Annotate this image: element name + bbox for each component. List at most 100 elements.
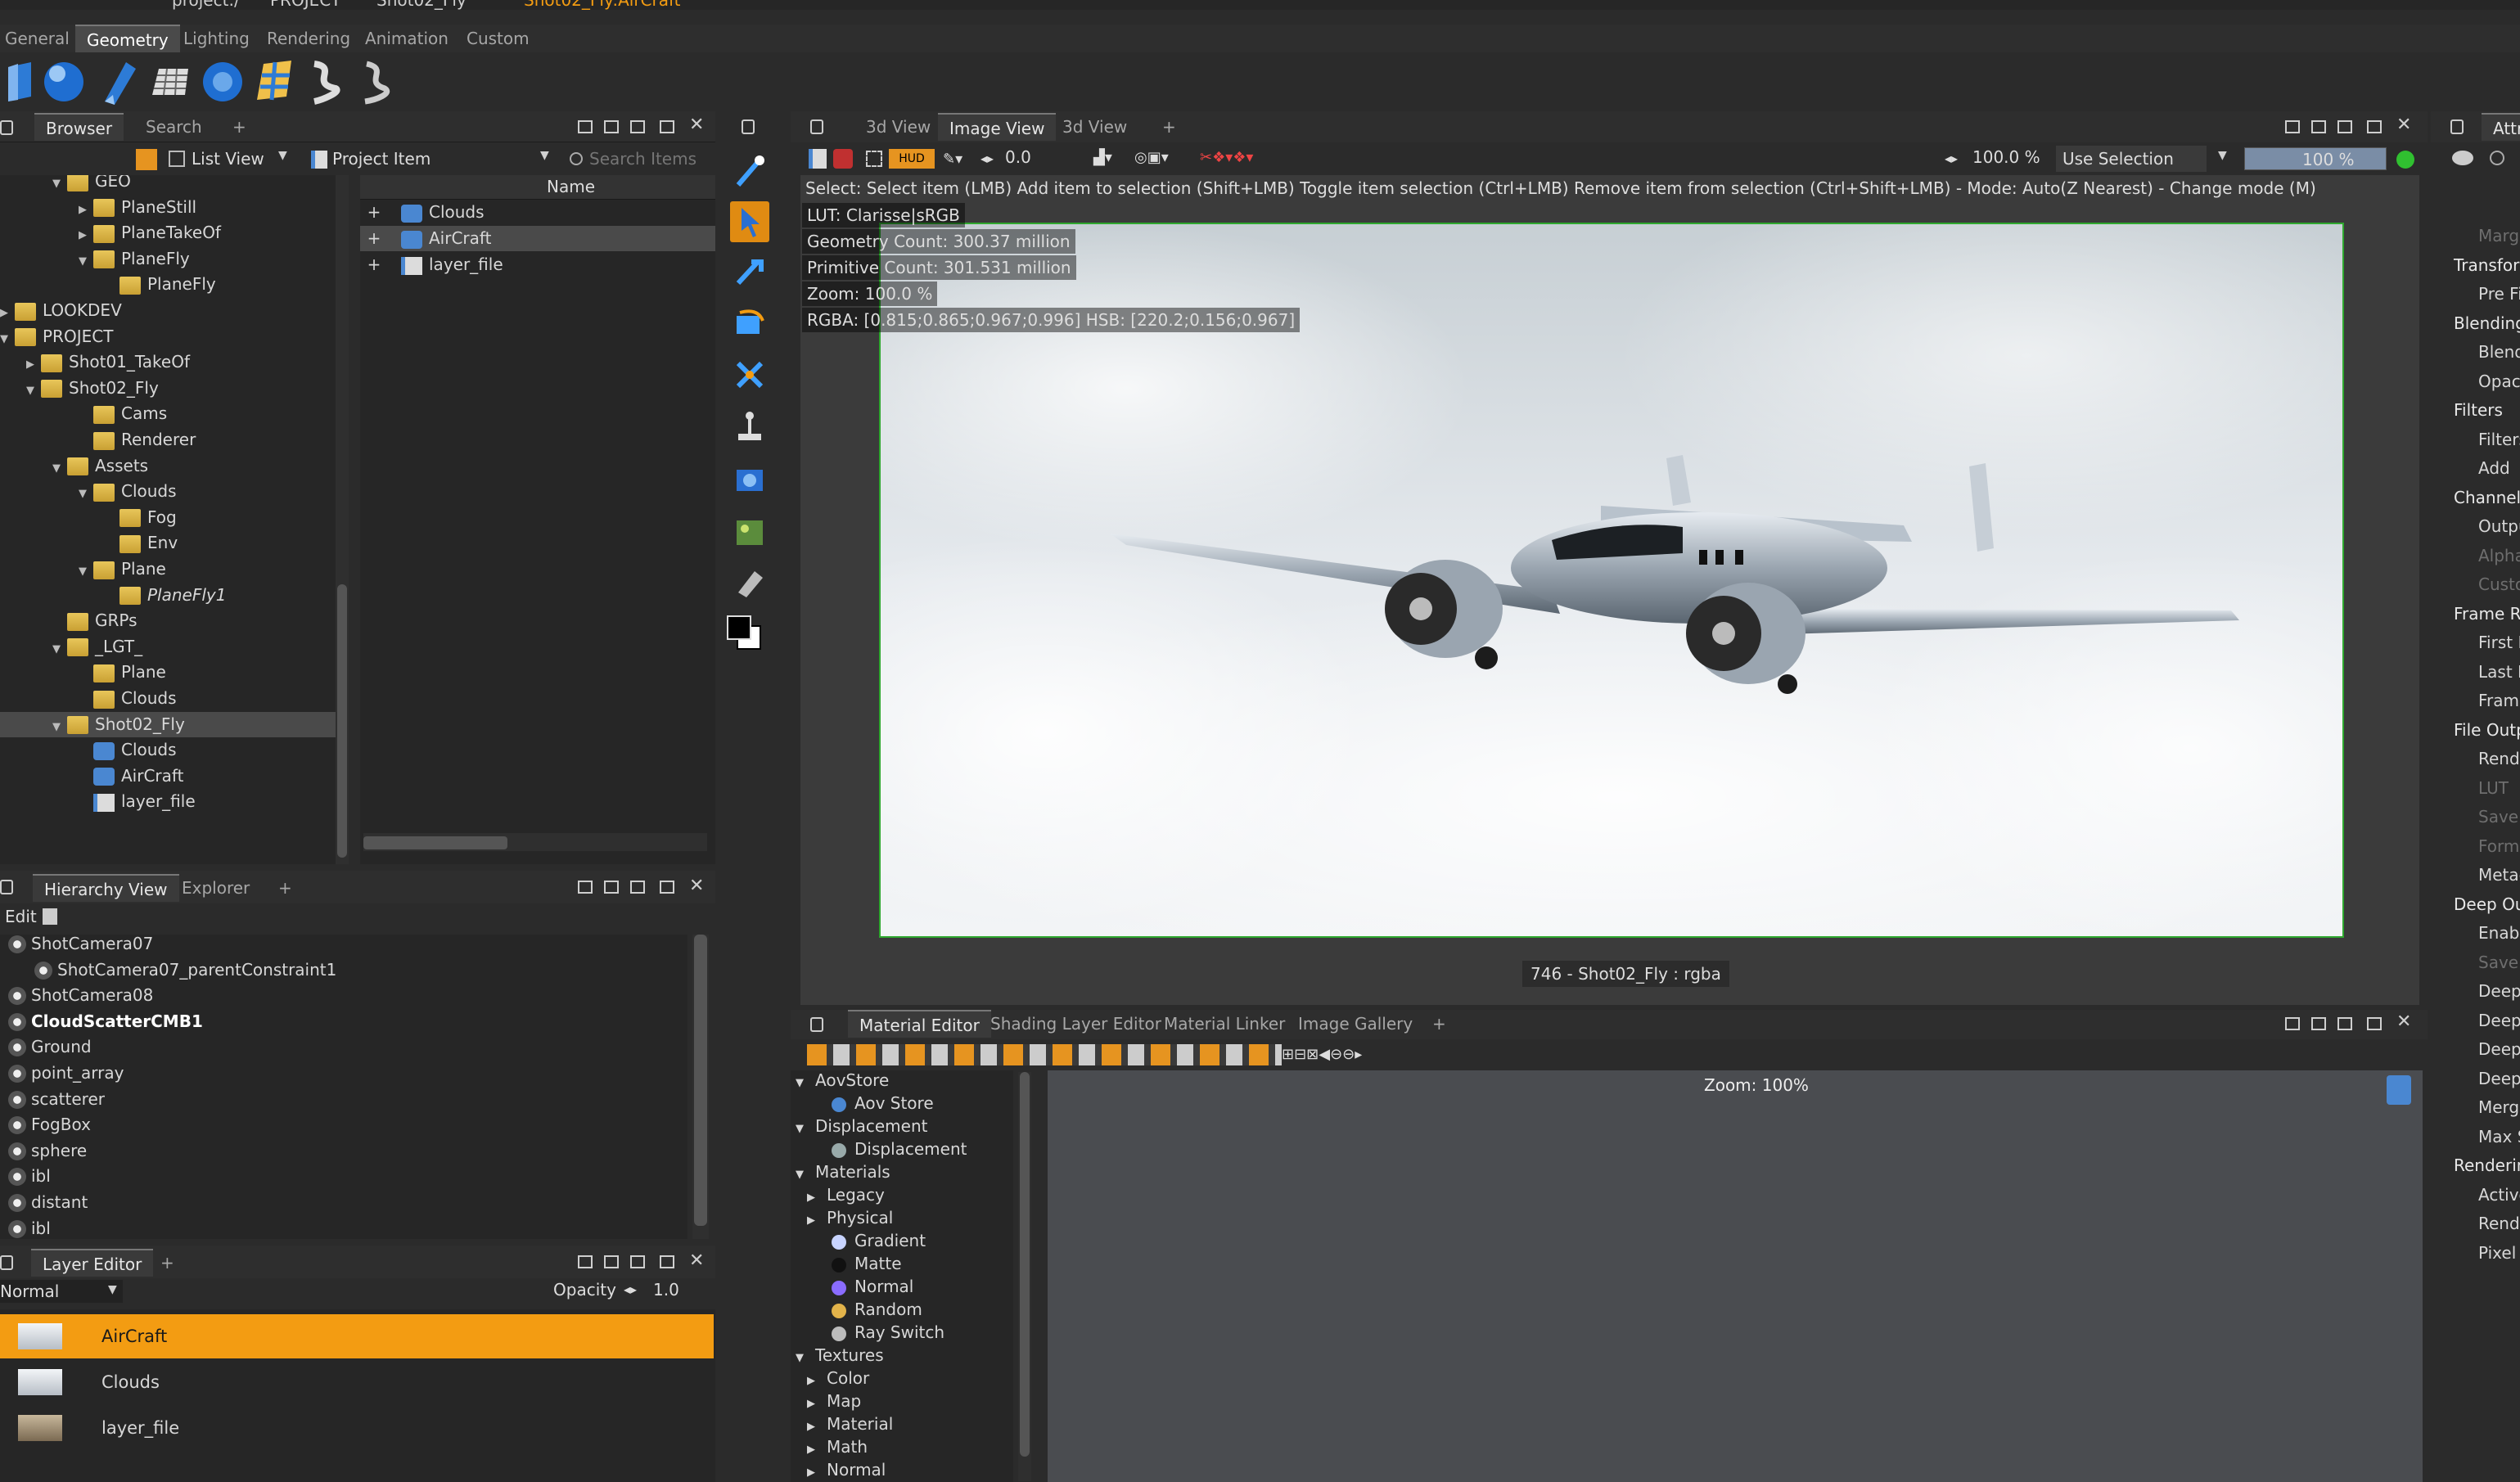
grid-icon[interactable] <box>147 65 190 98</box>
shelf-tab-lighting[interactable]: Lighting <box>172 25 261 52</box>
layout-icon[interactable] <box>630 120 645 133</box>
attribute-row[interactable]: Save Dee <box>2478 953 2520 972</box>
collapse-icon[interactable]: ▼ <box>46 175 67 196</box>
expand-icon[interactable]: ▶ <box>72 223 93 248</box>
eye-icon[interactable] <box>2452 151 2473 165</box>
collapse-icon[interactable]: ▼ <box>72 249 93 274</box>
edit-menu[interactable]: Edit <box>5 907 37 926</box>
image-viewport[interactable]: Select: Select item (LMB) Add item to se… <box>800 175 2419 1005</box>
graph-nav-icon[interactable] <box>2387 1075 2411 1105</box>
tree-item[interactable]: Fog <box>98 505 177 530</box>
attribute-row[interactable]: LUT <box>2478 778 2509 798</box>
tree-item[interactable]: Renderer <box>72 427 196 453</box>
attribute-row[interactable]: Filters <box>2478 430 2520 449</box>
layer-row[interactable]: layer_file <box>0 1406 714 1450</box>
attribute-row[interactable]: Margin F <box>2478 226 2520 245</box>
attribute-row[interactable]: Deep Ou <box>2478 1069 2520 1088</box>
shelf-tab-geometry[interactable]: Geometry <box>75 25 180 52</box>
select-tool-button[interactable] <box>730 201 769 242</box>
cube-icon[interactable] <box>2 61 34 103</box>
list-h-scrollbar[interactable] <box>363 833 707 851</box>
attribute-row[interactable]: Render T <box>2478 749 2520 768</box>
close-icon[interactable]: ✕ <box>689 115 704 135</box>
collapse-icon[interactable]: ▼ <box>72 481 93 507</box>
layout-icon[interactable] <box>604 120 619 133</box>
tree-item[interactable]: Cams <box>72 401 167 426</box>
attribute-row[interactable]: Blending <box>2454 313 2520 333</box>
attribute-row[interactable]: Channel <box>2454 488 2520 507</box>
expand-icon[interactable]: ▶ <box>807 1462 827 1482</box>
attribute-row[interactable]: Blendin <box>2478 342 2520 362</box>
collapse-icon[interactable]: ▼ <box>0 327 15 352</box>
tree-item[interactable]: Clouds <box>72 737 177 763</box>
material-tree-item[interactable]: ▼ Textures <box>796 1344 884 1367</box>
lock-icon[interactable] <box>0 1255 13 1270</box>
attribute-row[interactable]: Opacity <box>2478 372 2520 391</box>
tree-item[interactable]: ▼ Shot02_Fly <box>0 711 336 737</box>
material-tree-scrollbar[interactable] <box>1018 1072 1031 1481</box>
hud-toggle-icon[interactable]: HUD <box>889 149 935 169</box>
tree-scrollbar[interactable] <box>336 175 349 864</box>
close-icon[interactable]: ✕ <box>2396 1011 2411 1032</box>
attribute-row[interactable]: Custom <box>2478 574 2520 594</box>
tree-item[interactable]: Clouds <box>72 686 177 711</box>
expand-icon[interactable]: ▶ <box>0 300 15 326</box>
tab-hierarchy-view[interactable]: Hierarchy View <box>33 874 179 902</box>
snapshot-icon[interactable] <box>733 463 766 496</box>
tab-3d-view-2[interactable]: 3d View <box>1051 113 1138 141</box>
path-icon[interactable] <box>306 59 345 105</box>
tree-item[interactable]: PlaneFly <box>98 272 216 297</box>
lock-icon[interactable] <box>810 1017 823 1032</box>
attribute-row[interactable]: File Outp <box>2454 720 2520 740</box>
tree-item[interactable]: ▶ LOOKDEV <box>0 298 122 323</box>
search-icon[interactable] <box>2490 151 2504 165</box>
tab-image-gallery[interactable]: Image Gallery <box>1287 1010 1424 1038</box>
collapse-icon[interactable]: ▼ <box>46 637 67 662</box>
attribute-row[interactable]: Active C <box>2478 1185 2520 1205</box>
tree-item[interactable]: ▼ Plane <box>72 556 166 582</box>
shelf-tab-animation[interactable]: Animation <box>354 25 460 52</box>
layer-row[interactable]: AirCraft <box>0 1314 714 1358</box>
tab-search[interactable]: Search <box>134 113 214 141</box>
material-tree-item[interactable]: ▶ Physical <box>807 1206 893 1229</box>
attribute-row[interactable]: Deep Ou <box>2454 894 2520 914</box>
attribute-row[interactable]: Frame Ra <box>2454 604 2520 624</box>
list-item[interactable]: + AirCraft <box>360 226 715 251</box>
hierarchy-scrollbar[interactable] <box>692 935 709 1239</box>
tree-item[interactable]: ▼ PROJECT <box>0 324 113 349</box>
sphere-icon[interactable] <box>43 61 85 103</box>
shelf-tab-custom[interactable]: Custom <box>455 25 541 52</box>
material-tree-item[interactable]: ▶ Math <box>807 1435 868 1458</box>
cylinder-icon[interactable] <box>93 59 137 105</box>
collapse-icon[interactable]: ▼ <box>72 559 93 584</box>
attribute-row[interactable]: Frame St <box>2478 691 2520 710</box>
list-item[interactable]: + layer_file <box>360 252 715 277</box>
lut-icons[interactable]: ✂❖▾❖▾ <box>1200 149 1253 166</box>
project-item-select[interactable]: Project Item <box>332 147 431 170</box>
expand-icon[interactable]: + <box>363 226 385 251</box>
tab-material-linker[interactable]: Material Linker <box>1152 1010 1296 1038</box>
add-tab-button[interactable]: + <box>267 874 304 902</box>
attribute-row[interactable]: Format <box>2478 836 2520 856</box>
lock-icon[interactable] <box>742 119 755 134</box>
layout-icon[interactable] <box>2337 1017 2352 1030</box>
shelf-tab-rendering[interactable]: Rendering <box>255 25 362 52</box>
breadcrumb-item[interactable]: PROJECT <box>270 0 340 10</box>
ruler-icon[interactable] <box>733 566 766 599</box>
rotate-icon[interactable] <box>733 308 766 340</box>
material-tree-item[interactable]: Ray Switch <box>812 1321 944 1344</box>
attribute-row[interactable]: Max Sam <box>2478 1127 2520 1146</box>
attribute-row[interactable]: Deep Ou <box>2478 981 2520 1001</box>
add-tab-button[interactable]: + <box>1151 113 1188 141</box>
close-icon[interactable]: ✕ <box>2396 115 2411 135</box>
scale-icon[interactable] <box>733 358 766 391</box>
attribute-row[interactable]: Rendere <box>2478 1214 2520 1233</box>
layout-icon[interactable] <box>578 120 593 133</box>
pick-icon[interactable] <box>733 154 766 190</box>
tab-shading-layer-editor[interactable]: Shading Layer Editor <box>979 1010 1173 1038</box>
path2-icon[interactable] <box>357 59 396 105</box>
layout-icon[interactable] <box>630 1255 645 1268</box>
attribute-row[interactable]: Enable D <box>2478 923 2520 943</box>
material-tree-item[interactable]: Matte <box>812 1252 902 1275</box>
tree-item[interactable]: ▼ Assets <box>46 453 148 479</box>
